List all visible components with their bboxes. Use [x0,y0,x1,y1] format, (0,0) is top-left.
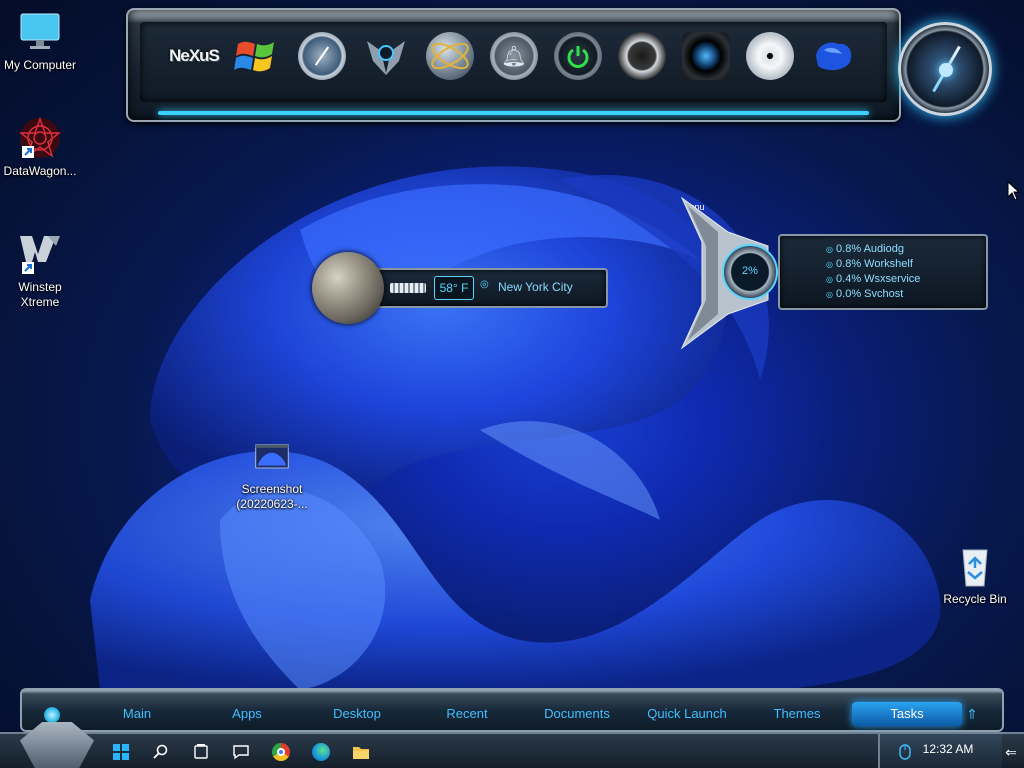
taskbar-clock[interactable]: 12:32 AM [918,739,978,759]
weather-city: New York City [498,280,573,294]
weather-widget[interactable]: 58° F ◎ New York City [312,250,612,330]
process-row: ◎ 0.8% Workshelf [826,257,920,272]
shelf-tabs: Main Apps Desktop Recent Documents Quick… [82,702,962,726]
mouse-cursor-icon [1007,181,1021,201]
back-arrow-button[interactable]: ⇐ [998,740,1024,764]
screenshot-label-line1: Screenshot [241,482,303,496]
recycle-bin-shortcut[interactable]: Recycle Bin [935,544,1015,607]
tab-quick-launch[interactable]: Quick Launch [632,702,742,726]
power-icon[interactable] [554,32,602,80]
chrome-icon [272,743,290,761]
top-dock: NeXuS 🔔︎ [126,8,901,122]
process-bullet-icon: ◎ [826,290,833,299]
robot-helmet-icon [367,41,405,75]
windows-logo-icon[interactable] [232,32,280,80]
taskbar: ⇐ [0,722,1024,768]
file-explorer-button[interactable] [348,740,374,764]
nexus-logo-text: NeXuS [169,46,220,65]
my-computer-shortcut[interactable]: My Computer [0,10,80,73]
tab-desktop[interactable]: Desktop [302,702,412,726]
orb-center [939,63,953,77]
datawagon-label: DataWagon... [3,164,77,178]
gem-shape-icon [816,42,852,71]
edge-icon [312,743,330,761]
compass-icon[interactable] [298,32,346,80]
start-button[interactable] [108,740,134,764]
datawagon-shortcut[interactable]: DataWagon... [0,116,80,179]
back-arrow-icon: ⇐ [1005,743,1017,760]
screenshot-file[interactable]: Screenshot (20220623-... [232,444,312,512]
tab-main[interactable]: Main [82,702,192,726]
process-row: ◎ 0.0% Svchost [826,287,920,302]
process-text: 0.0% Svchost [836,288,904,300]
recycle-bin-label: Recycle Bin [943,592,1007,606]
my-computer-label: My Computer [3,58,77,72]
weather-bar-track [390,283,426,293]
process-text: 0.8% Audiodg [836,243,904,255]
edge-button[interactable] [308,740,334,764]
cpu-percent: 2% [742,265,758,277]
cpu-gauge: 2% [722,244,778,300]
globe-orbit-icon [431,42,469,70]
globe-icon[interactable] [426,32,474,80]
moon-icon [312,252,384,324]
disc-icon[interactable] [746,32,794,80]
shelf-up-arrow-icon[interactable]: ⇑ [962,702,982,726]
search-icon [153,744,168,759]
windows-flag-icon [234,41,274,72]
weather-temp-box: 58° F [434,276,474,300]
tray-mouse-button[interactable] [892,740,918,764]
bell-glyph: 🔔︎ [501,45,527,68]
process-text: 0.4% Wsxservice [836,273,921,285]
bell-icon[interactable]: 🔔︎ [490,32,538,80]
blue-gem-icon[interactable] [810,32,858,80]
weather-sep-icon: ◎ [480,279,489,290]
process-text: 0.8% Workshelf [836,258,913,270]
windows-start-icon [113,744,129,760]
dock-glow-strip [158,111,869,115]
weather-temp: 58° F [439,281,469,295]
process-bullet-icon: ◎ [826,260,833,269]
process-bullet-icon: ◎ [826,245,833,254]
power-glyph-icon [567,46,589,68]
tab-recent[interactable]: Recent [412,702,522,726]
cpu-process-panel: ◎ 0.8% Audiodg ◎ 0.8% Workshelf ◎ 0.4% W… [778,234,988,310]
shelf-orb-icon[interactable] [44,707,60,723]
recycle-bin-icon [962,549,988,587]
winstep-xtreme-label: Winstep Xtreme [18,280,62,309]
process-bullet-icon: ◎ [826,275,833,284]
search-button[interactable] [148,740,174,764]
image-thumbnail-icon [255,444,289,469]
dock-compass-orb[interactable] [898,22,992,116]
tab-tasks[interactable]: Tasks [852,702,962,726]
camera-lens-icon[interactable] [682,32,730,80]
chat-icon [233,745,249,760]
task-view-icon [194,744,208,759]
process-row: ◎ 0.8% Audiodg [826,242,920,257]
folder-icon [353,747,369,759]
screenshot-label-line2: (20220623-... [236,497,308,511]
nexus-logo-icon[interactable]: NeXuS [168,32,220,80]
robot-icon[interactable] [362,32,410,80]
tab-themes[interactable]: Themes [742,702,852,726]
winstep-logo-icon [20,236,60,274]
tab-documents[interactable]: Documents [522,702,632,726]
process-row: ◎ 0.4% Wsxservice [826,272,920,287]
datawagon-star-icon [19,116,61,158]
chat-button[interactable] [228,740,254,764]
winstep-xtreme-shortcut[interactable]: Winstep Xtreme [0,232,80,310]
mouse-icon [899,744,911,760]
weather-panel: 58° F ◎ New York City [372,268,608,308]
cpu-process-list: ◎ 0.8% Audiodg ◎ 0.8% Workshelf ◎ 0.4% W… [826,242,920,302]
speaker-icon[interactable] [618,32,666,80]
chrome-button[interactable] [268,740,294,764]
tab-apps[interactable]: Apps [192,702,302,726]
monitor-icon [20,13,60,49]
cpu-widget[interactable]: cpu 2% ◎ 0.8% Audiodg ◎ 0.8% Workshelf ◎… [678,196,994,350]
task-view-button[interactable] [188,740,214,764]
shelf-bar: Main Apps Desktop Recent Documents Quick… [20,688,1004,732]
